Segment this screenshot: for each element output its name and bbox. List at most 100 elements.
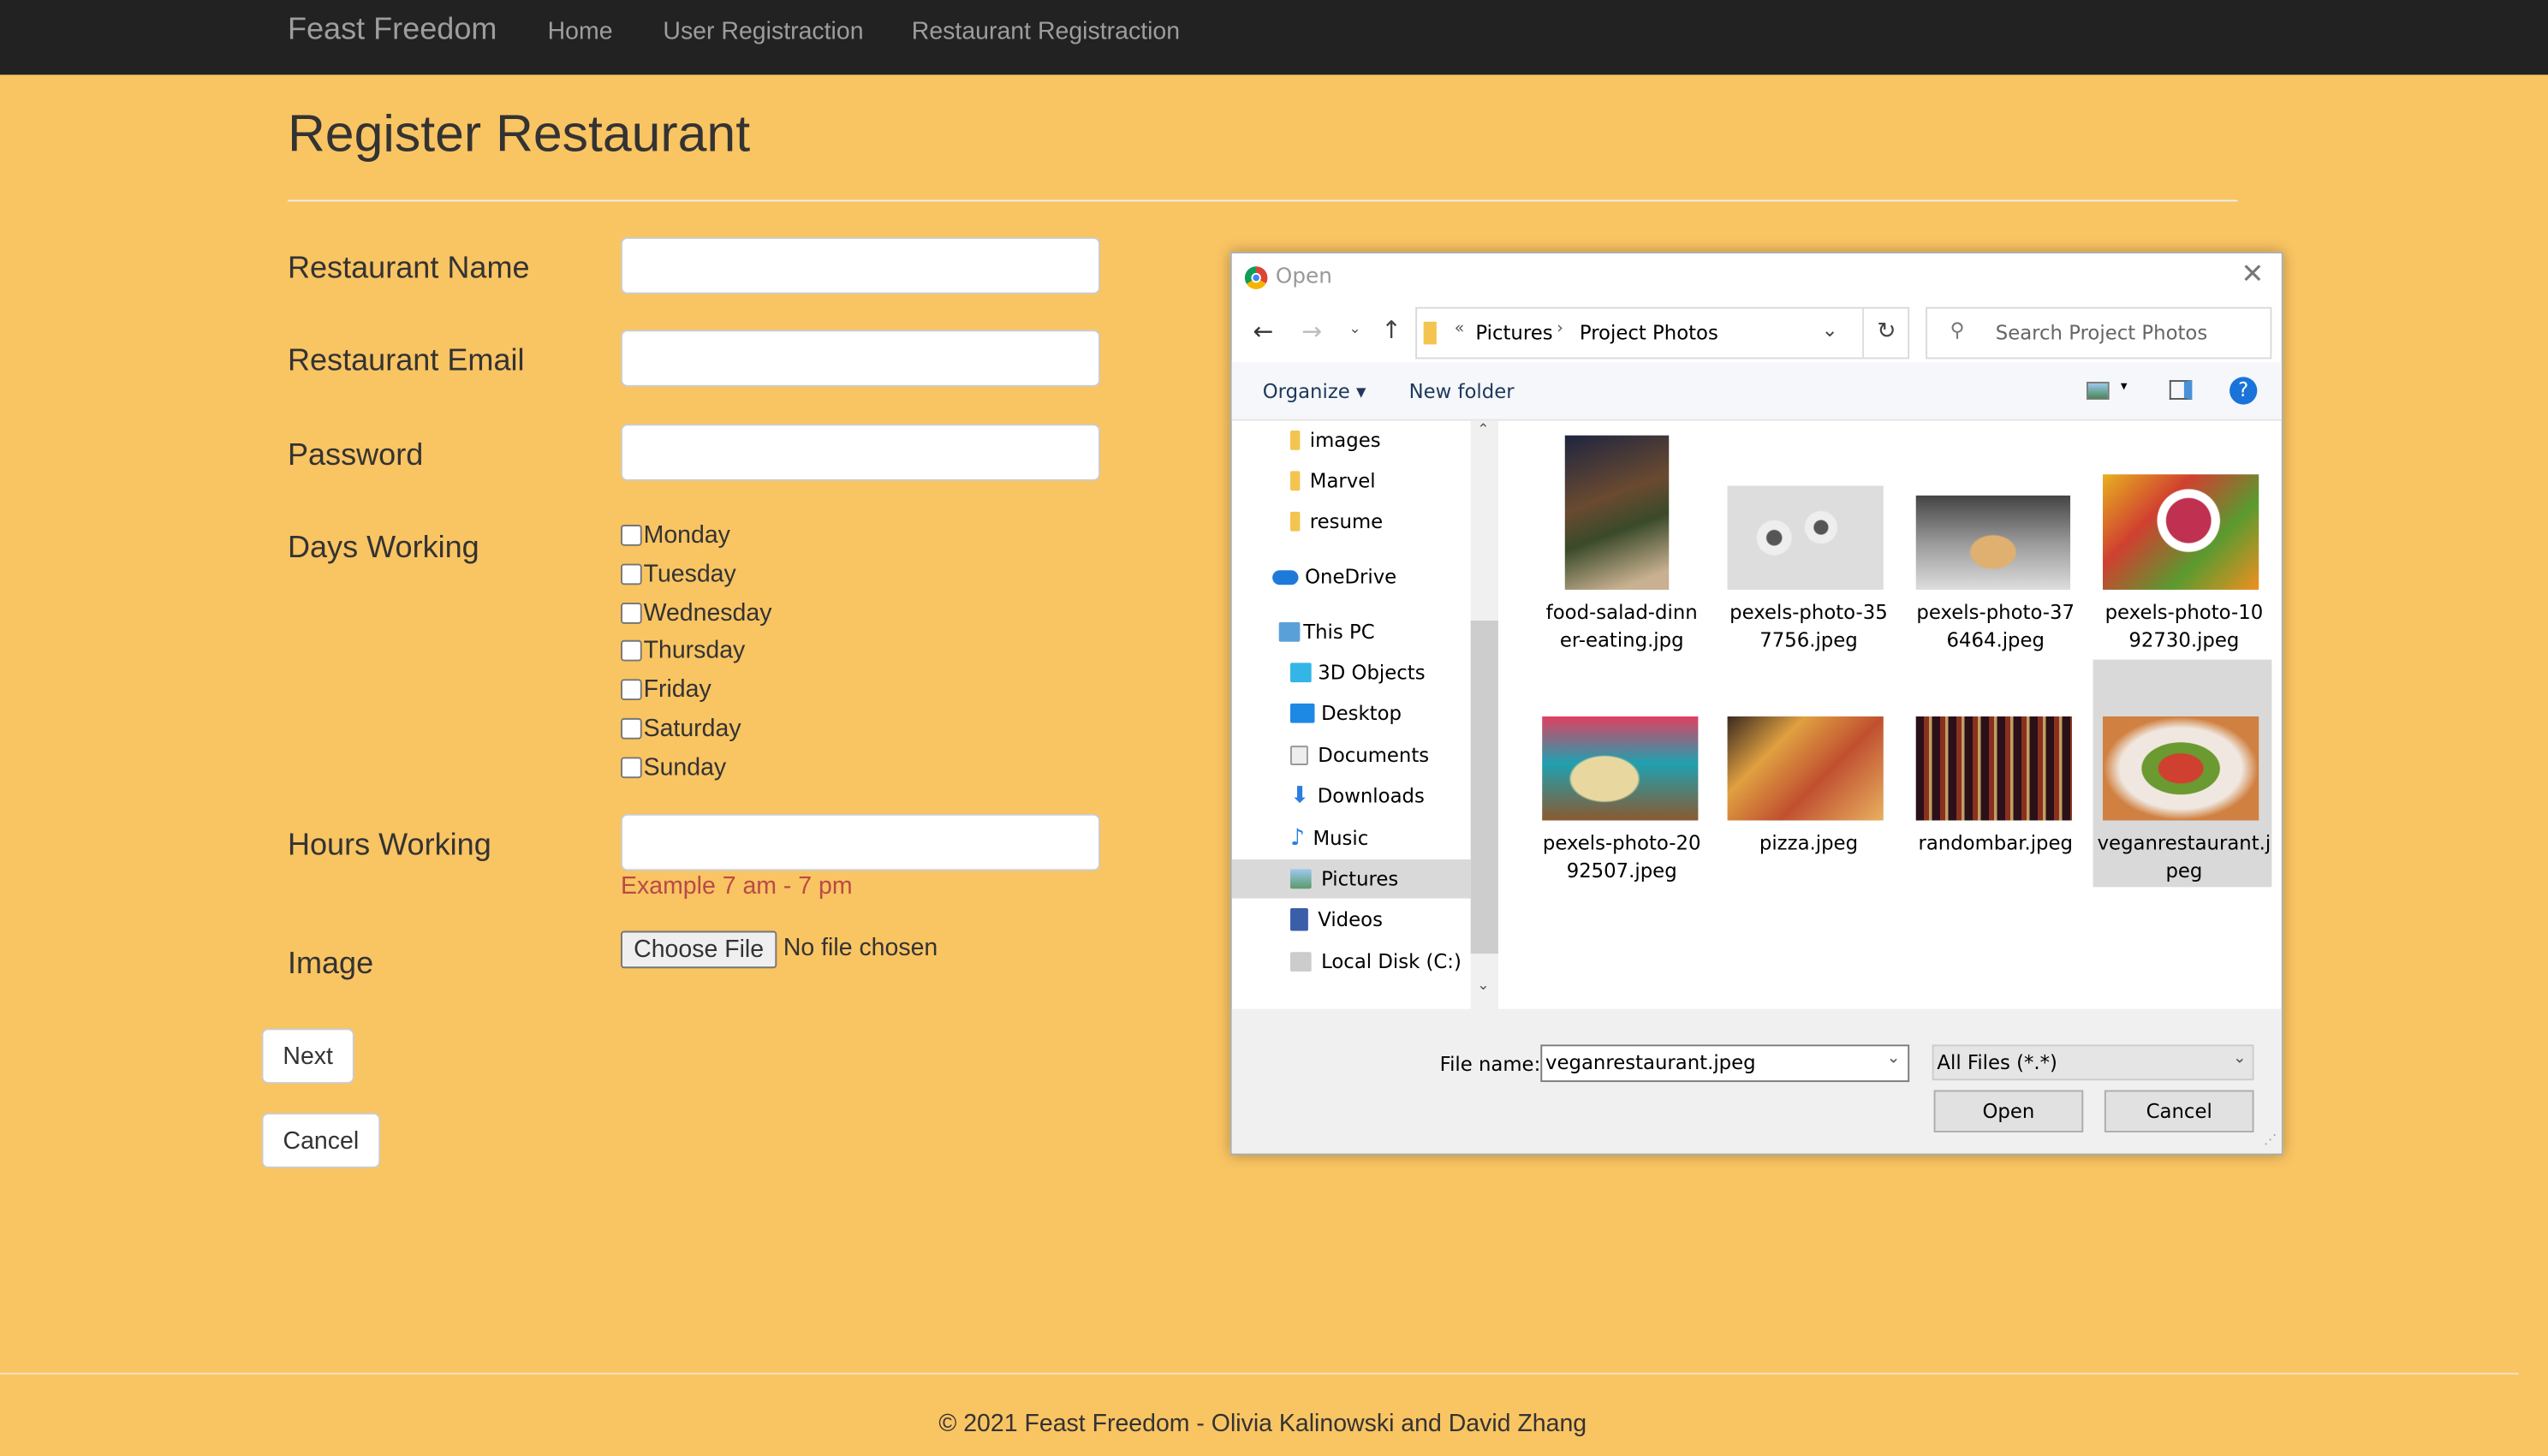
nav-item-documents[interactable]: Documents [1232, 736, 1471, 776]
file-name: veganrestaurant.j [2097, 831, 2271, 855]
file-item[interactable]: pexels-photo-37 6464.jpeg [1906, 599, 2085, 655]
breadcrumb-overflow[interactable]: « [1455, 320, 1465, 338]
nav-item-3d-objects[interactable]: 3D Objects [1232, 653, 1471, 692]
search-input[interactable]: ⚲ Search Project Photos [1926, 306, 2272, 360]
thumbnail-image[interactable] [1564, 435, 1670, 590]
file-type-select[interactable]: All Files (*.*) ⌄ [1932, 1044, 2254, 1081]
nav-item-resume[interactable]: resume [1232, 502, 1471, 541]
thumbnail-image[interactable] [2103, 716, 2259, 821]
restaurant-email-input[interactable] [621, 330, 1100, 387]
breadcrumb-pictures[interactable]: Pictures [1475, 322, 1552, 345]
nav-user-registration[interactable]: User Registraction [663, 18, 863, 45]
file-name-input[interactable]: veganrestaurant.jpeg ⌄ [1540, 1044, 1910, 1083]
download-icon: ⬇ [1290, 782, 1310, 810]
nav-item-videos[interactable]: Videos [1232, 900, 1471, 939]
nav-item-marvel[interactable]: Marvel [1232, 461, 1471, 501]
nav-item-images[interactable]: images [1232, 421, 1471, 461]
recent-chevron-icon[interactable]: ⌄ [1348, 322, 1360, 338]
nav-item-pictures[interactable]: Pictures [1231, 859, 1471, 899]
back-icon[interactable]: ← [1253, 317, 1273, 346]
thumbnail-image[interactable] [1727, 716, 1884, 821]
label-name: Restaurant Name [287, 252, 530, 287]
checkbox-tuesday[interactable]: Tuesday [621, 561, 736, 588]
next-button[interactable]: Next [261, 1028, 354, 1084]
nav-home[interactable]: Home [548, 18, 613, 45]
nav-item-this-pc[interactable]: This PC [1232, 613, 1471, 652]
scrollbar-thumb[interactable] [1470, 621, 1498, 954]
checkbox-friday[interactable]: Friday [621, 676, 711, 704]
navigation-pane: ⌃ ⌄ images Marvel resume OneDrive This P… [1231, 420, 1498, 1009]
thumbnail-image[interactable] [1542, 716, 1699, 821]
label-email: Restaurant Email [287, 344, 525, 379]
file-item[interactable]: randombar.jpeg [1906, 830, 2085, 858]
search-icon: ⚲ [1950, 318, 1965, 342]
preview-pane-icon[interactable] [2169, 380, 2193, 400]
scroll-up-icon[interactable]: ⌃ [1477, 422, 1489, 438]
thumbnail-image[interactable] [2103, 474, 2259, 590]
separator [1862, 308, 1865, 358]
nav-label: Desktop [1321, 701, 1402, 725]
checkbox-saturday[interactable]: Saturday [621, 715, 741, 742]
divider [287, 199, 2238, 202]
footer-text: © 2021 Feast Freedom - Olivia Kalinowski… [938, 1410, 1587, 1438]
checkbox-sunday[interactable]: Sunday [621, 754, 726, 781]
checkbox-monday[interactable]: Monday [621, 521, 730, 550]
nav-item-desktop[interactable]: Desktop [1232, 693, 1471, 733]
nav-item-music[interactable]: ♪ Music [1232, 819, 1471, 859]
file-item[interactable]: pexels-photo-35 7756.jpeg [1719, 599, 1898, 655]
new-folder-button[interactable]: New folder [1409, 380, 1515, 403]
nav-label: Videos [1318, 907, 1383, 931]
nav-item-local-disk[interactable]: Local Disk (C:) [1232, 942, 1471, 982]
thumbnail-image[interactable] [1915, 716, 2072, 821]
day-label: Tuesday [643, 560, 736, 589]
help-icon[interactable]: ? [2230, 377, 2258, 405]
day-label: Wednesday [643, 599, 772, 627]
address-dropdown-icon[interactable]: ⌄ [1822, 318, 1838, 342]
nav-item-downloads[interactable]: ⬇ Downloads [1232, 776, 1471, 816]
file-item-selected[interactable]: veganrestaurant.j peg [2095, 830, 2274, 886]
open-button[interactable]: Open [1933, 1090, 2084, 1132]
thumbnail-image[interactable] [1727, 485, 1884, 590]
close-icon[interactable]: ✕ [2241, 259, 2264, 291]
drive-icon [1290, 952, 1312, 972]
cancel-button[interactable]: Cancel [261, 1113, 381, 1168]
resize-grip-icon[interactable]: ⋰ [2264, 1132, 2277, 1147]
file-name: pexels-photo-37 [1916, 601, 2075, 624]
file-item[interactable]: pexels-photo-10 92730.jpeg [2095, 599, 2274, 655]
organize-button[interactable]: Organize ▾ [1263, 380, 1366, 403]
file-grid: food-salad-dinn er-eating.jpg pexels-phot… [1498, 421, 2282, 1009]
address-bar[interactable]: « Pictures › Project Photos ⌄ ↻ [1415, 306, 1910, 360]
file-item[interactable]: pexels-photo-20 92507.jpeg [1533, 830, 1712, 886]
file-item[interactable]: food-salad-dinn er-eating.jpg [1533, 599, 1712, 655]
hours-input[interactable] [621, 813, 1100, 871]
chevron-down-icon[interactable]: ⌄ [1887, 1049, 1901, 1067]
dialog-cancel-button[interactable]: Cancel [2104, 1090, 2254, 1132]
breadcrumb-project-photos[interactable]: Project Photos [1580, 322, 1718, 345]
nav-label: Local Disk (C:) [1321, 950, 1462, 973]
file-name: pexels-photo-20 [1542, 831, 1701, 855]
thumbnail-image[interactable] [1915, 495, 2071, 590]
scroll-down-icon[interactable]: ⌄ [1477, 978, 1489, 995]
choose-file-button[interactable]: Choose File [621, 930, 777, 969]
document-icon [1290, 746, 1308, 765]
nav-restaurant-registration[interactable]: Restaurant Registraction [912, 18, 1180, 45]
file-name: peg [2165, 859, 2203, 883]
view-dropdown-icon[interactable]: ▾ [2121, 378, 2128, 393]
password-input[interactable] [621, 424, 1100, 481]
checkbox-wednesday[interactable]: Wednesday [621, 599, 771, 627]
file-name: food-salad-dinn [1545, 601, 1698, 624]
computer-icon [1278, 621, 1301, 642]
file-item[interactable]: pizza.jpeg [1719, 830, 1898, 858]
nav-scrollbar[interactable]: ⌃ ⌄ [1470, 420, 1498, 1009]
refresh-icon[interactable]: ↻ [1877, 318, 1896, 344]
brand-link[interactable]: Feast Freedom [288, 13, 497, 49]
checkbox-thursday[interactable]: Thursday [621, 637, 745, 664]
hours-hint: Example 7 am - 7 pm [621, 872, 853, 900]
view-options-icon[interactable] [2087, 382, 2110, 400]
up-icon[interactable]: ↑ [1381, 315, 1402, 344]
folder-icon [1290, 430, 1301, 450]
nav-item-onedrive[interactable]: OneDrive [1232, 557, 1471, 597]
nav-label: Pictures [1321, 867, 1399, 891]
forward-icon[interactable]: → [1301, 317, 1322, 346]
restaurant-name-input[interactable] [621, 237, 1100, 294]
